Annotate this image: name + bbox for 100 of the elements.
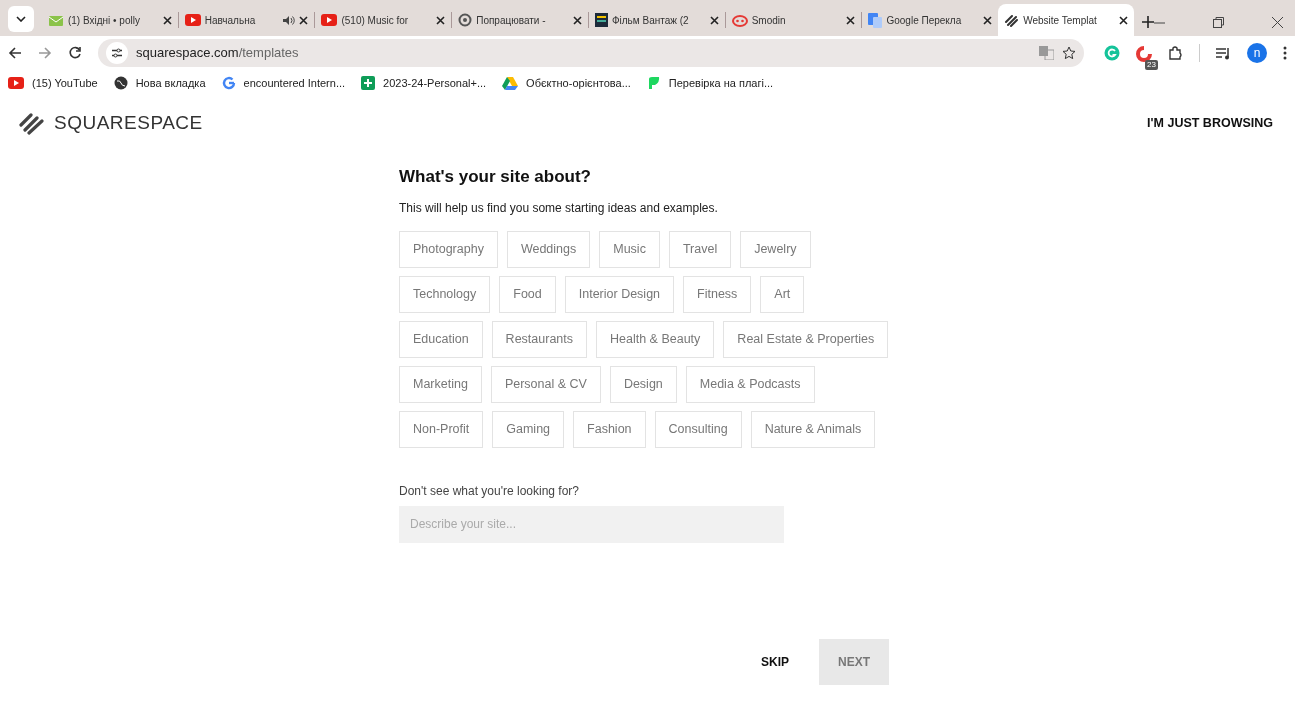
forward-button[interactable] <box>38 46 52 60</box>
reload-button[interactable] <box>68 46 82 60</box>
bookmark-link[interactable]: encountered Intern... <box>221 74 346 92</box>
skip-button[interactable]: SKIP <box>755 651 795 672</box>
new-tab-button[interactable] <box>1141 16 1154 28</box>
close-tab-button[interactable] <box>299 15 309 25</box>
close-tab-button[interactable] <box>709 15 719 25</box>
arrow-right-icon <box>38 46 52 60</box>
bookmark-link[interactable]: Перевірка на плагі... <box>646 74 774 92</box>
close-icon <box>436 15 446 25</box>
tab-title: Фільм Вантаж (2 <box>611 13 690 28</box>
browser-tab[interactable]: (510) Music for <box>315 4 452 36</box>
topic-chip[interactable]: Restaurants <box>491 320 587 358</box>
tab-title: Website Templat <box>1023 13 1098 28</box>
topic-chip[interactable]: Weddings <box>506 230 591 268</box>
describe-site-field[interactable]: Describe your site... <box>399 505 784 543</box>
close-icon <box>572 15 582 25</box>
topic-chip[interactable]: Education <box>399 320 483 358</box>
topic-chip[interactable]: Personal & CV <box>490 365 601 403</box>
playlist-icon[interactable] <box>1216 46 1231 60</box>
logo-icon <box>1004 12 1020 28</box>
tab-search-button[interactable] <box>8 6 34 32</box>
topic-chip[interactable]: Technology <box>399 275 491 313</box>
close-icon <box>1118 15 1128 25</box>
close-window-button[interactable] <box>1272 17 1283 28</box>
topic-chip[interactable]: Gaming <box>492 410 565 448</box>
topic-chip[interactable]: Nature & Animals <box>750 410 876 448</box>
tab-title: Попрацювати - <box>476 13 547 28</box>
topic-chip[interactable]: Real Estate & Properties <box>723 320 889 358</box>
sliders-icon <box>111 48 123 58</box>
logo-icon <box>18 111 46 135</box>
back-button[interactable] <box>8 46 22 60</box>
close-tab-button[interactable] <box>162 15 172 25</box>
bookmark-label: encountered Intern... <box>243 75 346 91</box>
browser-tab[interactable]: Website Templat <box>998 4 1134 36</box>
profile-avatar[interactable]: n <box>1247 43 1267 63</box>
more-vertical-icon[interactable] <box>1283 46 1287 60</box>
topic-chip[interactable]: Non-Profit <box>399 410 484 448</box>
bookmark-label: Обєктно-орієнтова... <box>526 75 631 91</box>
topic-chip[interactable]: Media & Podcasts <box>685 365 815 403</box>
maximize-button[interactable] <box>1213 17 1224 28</box>
play-icon <box>8 77 24 89</box>
address-bar[interactable]: squarespace.com/templates <box>98 39 1084 67</box>
arrow-left-icon <box>8 46 22 60</box>
envelope-icon <box>47 13 64 27</box>
browser-tab[interactable]: Навчальна <box>178 4 315 36</box>
browser-tab[interactable]: Попрацювати - <box>452 4 588 36</box>
extension-badge: 23 <box>1145 60 1158 70</box>
topic-chip[interactable]: Consulting <box>654 410 742 448</box>
topic-chip[interactable]: Jewelry <box>740 230 811 268</box>
topic-chip[interactable]: Fitness <box>683 275 752 313</box>
topic-chip[interactable]: Art <box>760 275 805 313</box>
site-info-button[interactable] <box>106 42 128 64</box>
triangle-icon <box>502 76 519 90</box>
close-icon <box>983 15 993 25</box>
url-text: squarespace.com/templates <box>136 44 300 63</box>
google-icon <box>221 76 236 90</box>
topic-chip[interactable]: Interior Design <box>564 275 675 313</box>
brand-name: SQUARESPACE <box>54 110 203 135</box>
tab-title: Навчальна <box>204 13 257 28</box>
close-tab-button[interactable] <box>572 15 582 25</box>
browser-tab[interactable]: Фільм Вантаж (2 <box>588 4 725 36</box>
close-tab-button[interactable] <box>436 15 446 25</box>
puzzle-icon[interactable] <box>1168 45 1183 61</box>
bookmark-link[interactable]: 2023-24-Personal+... <box>361 74 487 92</box>
page-subheading: This will help us find you some starting ideas and examples. <box>399 199 719 217</box>
bookmark-link[interactable]: Обєктно-орієнтова... <box>502 74 631 92</box>
topic-chip[interactable]: Health & Beauty <box>596 320 715 358</box>
page-heading: What's your site about? <box>399 166 592 188</box>
topic-chip[interactable]: Marketing <box>399 365 482 403</box>
bookmark-label: Нова вкладка <box>135 75 206 91</box>
play-icon <box>321 14 338 26</box>
topic-chip[interactable]: Photography <box>399 230 498 268</box>
browser-tab[interactable]: Google Перекла <box>862 4 999 36</box>
bookmark-link[interactable]: Нова вкладка <box>113 74 206 92</box>
spreadsheet-icon <box>361 76 376 90</box>
topic-chip[interactable]: Music <box>599 230 660 268</box>
browse-link[interactable]: I'M JUST BROWSING <box>1147 113 1273 133</box>
browser-tab[interactable]: Smodin <box>725 4 862 36</box>
star-icon[interactable] <box>1062 46 1076 60</box>
reload-icon <box>68 46 82 60</box>
bookmark-label: (15) YouTube <box>32 75 98 91</box>
chevron-down-icon <box>15 16 26 22</box>
topic-chip[interactable]: Food <box>499 275 556 313</box>
tab-title: Google Перекла <box>886 13 963 28</box>
close-icon <box>846 15 856 25</box>
close-tab-button[interactable] <box>983 15 993 25</box>
film-icon <box>594 13 608 27</box>
play-icon <box>184 14 201 26</box>
topic-chip[interactable]: Fashion <box>573 410 646 448</box>
close-icon <box>299 15 309 25</box>
topic-chip[interactable]: Travel <box>668 230 732 268</box>
restore-icon <box>1213 17 1224 28</box>
close-tab-button[interactable] <box>846 15 856 25</box>
bookmark-link[interactable]: (15) YouTube <box>8 74 98 92</box>
browser-tab[interactable]: (1) Вхідні • polly <box>41 4 178 36</box>
topic-chip[interactable]: Design <box>609 365 677 403</box>
robot-icon <box>731 13 748 27</box>
close-icon <box>162 15 172 25</box>
close-tab-button[interactable] <box>1118 15 1128 25</box>
